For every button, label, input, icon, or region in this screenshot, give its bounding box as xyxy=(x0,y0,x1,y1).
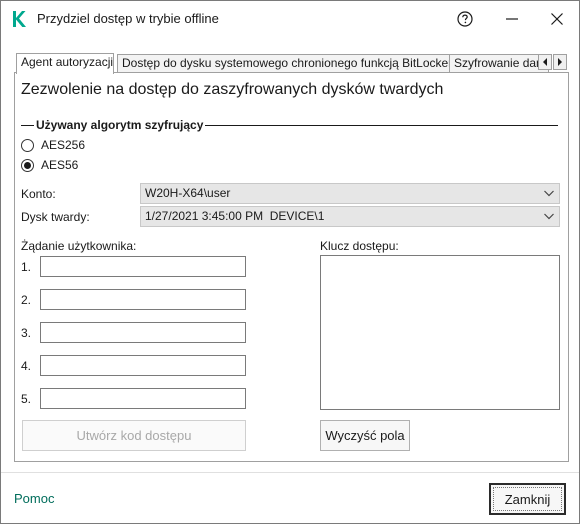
request-input-5[interactable] xyxy=(40,388,246,409)
caret-left-icon xyxy=(543,58,547,66)
drive-value: 1/27/2021 3:45:00 PM DEVICE\1 xyxy=(145,209,325,223)
account-select[interactable]: W20H-X64\user xyxy=(140,183,560,204)
access-key-label: Klucz dostępu: xyxy=(320,239,399,253)
chevron-down-icon xyxy=(544,190,554,197)
field-number: 2. xyxy=(21,293,32,307)
field-number: 3. xyxy=(21,326,32,340)
field-number: 1. xyxy=(21,260,32,274)
tab-bitlocker-access[interactable]: Dostęp do dysku systemowego chronionego … xyxy=(117,54,460,73)
request-input-1[interactable] xyxy=(40,256,246,277)
offline-access-dialog: Przydziel dostęp w trybie offline Agent … xyxy=(0,0,580,524)
account-value: W20H-X64\user xyxy=(145,186,231,200)
request-input-3[interactable] xyxy=(40,322,246,343)
title-bar: Przydziel dostęp w trybie offline xyxy=(1,1,579,37)
help-icon xyxy=(457,11,473,27)
radio-label: AES256 xyxy=(41,138,86,152)
page-heading: Zezwolenie na dostęp do zaszyfrowanych d… xyxy=(21,81,444,98)
request-input-2[interactable] xyxy=(40,289,246,310)
help-link[interactable]: Pomoc xyxy=(14,491,54,506)
tab-scroll-left-button[interactable] xyxy=(538,54,552,70)
radio-button-selected[interactable] xyxy=(21,158,34,172)
clear-fields-button[interactable]: Wyczyść pola xyxy=(320,420,410,451)
close-window-button[interactable] xyxy=(544,6,570,32)
help-button[interactable] xyxy=(452,6,478,32)
kaspersky-logo-icon xyxy=(13,11,26,27)
minimize-button[interactable] xyxy=(499,6,525,32)
tab-authorization-agent[interactable]: Agent autoryzacji xyxy=(16,53,114,74)
chevron-down-icon xyxy=(544,213,554,220)
focus-outline xyxy=(493,487,562,511)
field-number: 5. xyxy=(21,392,32,406)
user-request-label: Żądanie użytkownika: xyxy=(21,239,137,253)
access-key-textarea[interactable] xyxy=(320,255,560,410)
algorithm-group-title: Używany algorytm szyfrujący xyxy=(34,118,206,132)
radio-label: AES56 xyxy=(41,158,79,172)
drive-select[interactable]: 1/27/2021 3:45:00 PM DEVICE\1 xyxy=(140,206,560,227)
footer-divider xyxy=(1,472,579,473)
close-button[interactable]: Zamknij xyxy=(489,483,566,515)
radio-button[interactable] xyxy=(21,138,34,152)
account-label: Konto: xyxy=(21,187,56,201)
tab-data-encryption[interactable]: Szyfrowanie danych xyxy=(449,54,549,73)
field-number: 4. xyxy=(21,359,32,373)
close-icon xyxy=(551,13,563,25)
window-title: Przydziel dostęp w trybie offline xyxy=(37,11,219,26)
minimize-icon xyxy=(506,18,518,20)
radio-aes256[interactable]: AES256 xyxy=(21,138,85,152)
tab-strip: Agent autoryzacji Dostęp do dysku system… xyxy=(14,53,569,74)
caret-right-icon xyxy=(558,58,562,66)
request-input-4[interactable] xyxy=(40,355,246,376)
tab-scroll-right-button[interactable] xyxy=(553,54,567,70)
generate-access-code-button[interactable]: Utwórz kod dostępu xyxy=(22,420,246,451)
drive-label: Dysk twardy: xyxy=(21,210,90,224)
radio-aes56[interactable]: AES56 xyxy=(21,158,78,172)
